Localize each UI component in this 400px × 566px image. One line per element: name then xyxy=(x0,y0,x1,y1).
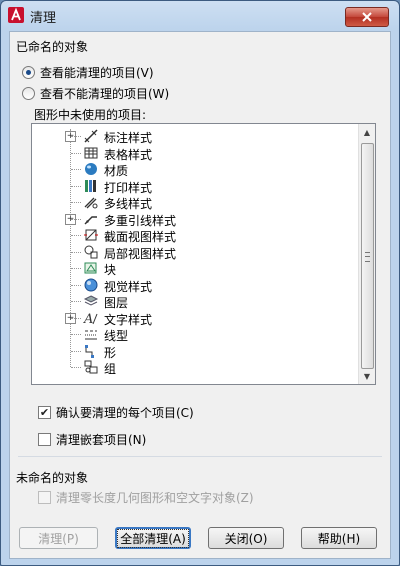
tree-branch-line xyxy=(71,218,81,220)
tree-item-label[interactable]: 多重引线样式 xyxy=(104,212,176,229)
tree-item-label[interactable]: 打印样式 xyxy=(104,179,152,196)
layer-icon xyxy=(83,295,99,306)
tree-branch-line xyxy=(71,251,81,253)
close-icon xyxy=(362,12,372,22)
tree-branch-line xyxy=(71,284,81,286)
close-button-label: 关闭(O) xyxy=(224,531,268,546)
checkmark-icon: ✔ xyxy=(38,406,51,419)
tree-item-label[interactable]: 线型 xyxy=(104,327,128,344)
multiline-style-icon xyxy=(84,197,98,209)
tree-branch-line xyxy=(71,350,81,352)
purge-dialog: 清理 已命名的对象 查看能清理的项目(V) 查看不能清理的项目(W) 图形中未使… xyxy=(0,0,400,566)
tree-item-label[interactable]: 多线样式 xyxy=(104,195,152,212)
help-button[interactable]: 帮助(H) xyxy=(301,527,377,549)
detail-view-style-icon xyxy=(84,245,98,258)
tree-item-label[interactable]: 表格样式 xyxy=(104,146,152,163)
radio-view-unpurgeable[interactable]: 查看不能清理的项目(W) xyxy=(22,85,169,102)
plot-style-icon xyxy=(85,179,96,192)
svg-text:A: A xyxy=(83,312,93,326)
scroll-down-arrow-icon[interactable]: ▼ xyxy=(359,368,375,384)
tree-item-label[interactable]: 文字样式 xyxy=(104,311,152,328)
purge-zero-length-label: 清理零长度几何图形和空文字对象(Z) xyxy=(56,491,254,505)
tree-branch-line xyxy=(71,136,81,137)
linetype-icon xyxy=(85,330,97,340)
title-bar[interactable]: 清理 xyxy=(1,1,399,29)
purge-all-button[interactable]: 全部清理(A) xyxy=(115,527,191,549)
window-close-button[interactable] xyxy=(345,7,389,27)
section-divider xyxy=(18,456,382,457)
tree-branch-line xyxy=(71,185,81,187)
tree-branch-line xyxy=(71,268,81,269)
unused-items-tree[interactable]: + 标注样式 表格样式 材质 打印样式 多线样式 + 多重引线样式 截面视图样式 局部视图样式块视… xyxy=(31,123,376,385)
purge-all-button-label: 全部清理(A) xyxy=(117,528,189,548)
tree-item-label[interactable]: 形 xyxy=(104,344,116,361)
purge-button[interactable]: 清理(P) xyxy=(19,527,98,549)
tree-item-label[interactable]: 视觉样式 xyxy=(104,278,152,295)
tree-branch-line xyxy=(71,301,81,302)
tree-item-label[interactable]: 图层 xyxy=(104,294,128,311)
help-button-label: 帮助(H) xyxy=(317,531,361,546)
tree-branch-line xyxy=(71,169,81,170)
tree-item-label[interactable]: 标注样式 xyxy=(104,129,152,146)
purge-nested-label: 清理嵌套项目(N) xyxy=(56,433,147,447)
tree-view: + 标注样式 表格样式 材质 打印样式 多线样式 + 多重引线样式 截面视图样式 局部视图样式块视… xyxy=(32,124,358,384)
scroll-up-arrow-icon[interactable]: ▲ xyxy=(359,124,375,140)
tree-item-label[interactable]: 组 xyxy=(104,360,116,377)
purge-nested-checkbox[interactable]: 清理嵌套项目(N) xyxy=(38,431,146,448)
tree-item-label[interactable]: 材质 xyxy=(104,162,128,179)
close-button[interactable]: 关闭(O) xyxy=(208,527,284,549)
tree-branch-line xyxy=(71,152,81,154)
scroll-thumb[interactable] xyxy=(361,143,374,369)
tree-item-label[interactable]: 局部视图样式 xyxy=(104,245,176,262)
radio-view-purgeable-label: 查看能清理的项目(V) xyxy=(40,66,154,80)
unchecked-box-icon xyxy=(38,491,51,504)
tree-branch-line xyxy=(71,235,81,236)
tree-scrollbar[interactable]: ▲ ▼ xyxy=(358,124,375,384)
radio-selected-indicator xyxy=(22,66,35,79)
confirm-each-label: 确认要清理的每个项目(C) xyxy=(56,406,194,420)
radio-view-unpurgeable-label: 查看不能清理的项目(W) xyxy=(40,87,170,101)
multileader-style-icon xyxy=(84,215,97,224)
group-icon xyxy=(84,360,98,374)
named-objects-heading: 已命名的对象 xyxy=(16,40,89,54)
shape-icon xyxy=(85,344,94,358)
tree-branch-line xyxy=(71,317,81,319)
radio-unselected-indicator xyxy=(22,87,35,100)
text-style-icon: A xyxy=(83,312,98,326)
block-icon xyxy=(84,262,97,274)
material-icon xyxy=(85,163,97,175)
tree-branch-line xyxy=(71,202,81,203)
purge-zero-length-checkbox[interactable]: 清理零长度几何图形和空文字对象(Z) xyxy=(38,489,254,506)
radio-view-purgeable[interactable]: 查看能清理的项目(V) xyxy=(22,64,154,81)
tree-item-label[interactable]: 块 xyxy=(104,261,116,278)
tree-connector-line xyxy=(70,129,71,367)
purge-button-label: 清理(P) xyxy=(38,531,79,546)
tree-branch-line xyxy=(71,334,81,335)
unchecked-box-icon xyxy=(38,433,51,446)
table-style-icon xyxy=(84,147,98,158)
section-view-style-icon xyxy=(84,229,98,241)
unused-items-label: 图形中未使用的项目: xyxy=(34,108,147,122)
scroll-grip-icon xyxy=(365,252,370,262)
dimension-style-icon xyxy=(84,129,98,143)
tree-item-label[interactable]: 截面视图样式 xyxy=(104,228,176,245)
visual-style-icon xyxy=(84,278,98,291)
tree-branch-line xyxy=(71,367,81,368)
confirm-each-checkbox[interactable]: ✔ 确认要清理的每个项目(C) xyxy=(38,404,194,421)
window-title: 清理 xyxy=(30,11,57,26)
unnamed-objects-heading: 未命名的对象 xyxy=(16,471,89,485)
dialog-client-area: 已命名的对象 查看能清理的项目(V) 查看不能清理的项目(W) 图形中未使用的项… xyxy=(9,31,391,559)
autocad-app-icon xyxy=(8,7,24,23)
